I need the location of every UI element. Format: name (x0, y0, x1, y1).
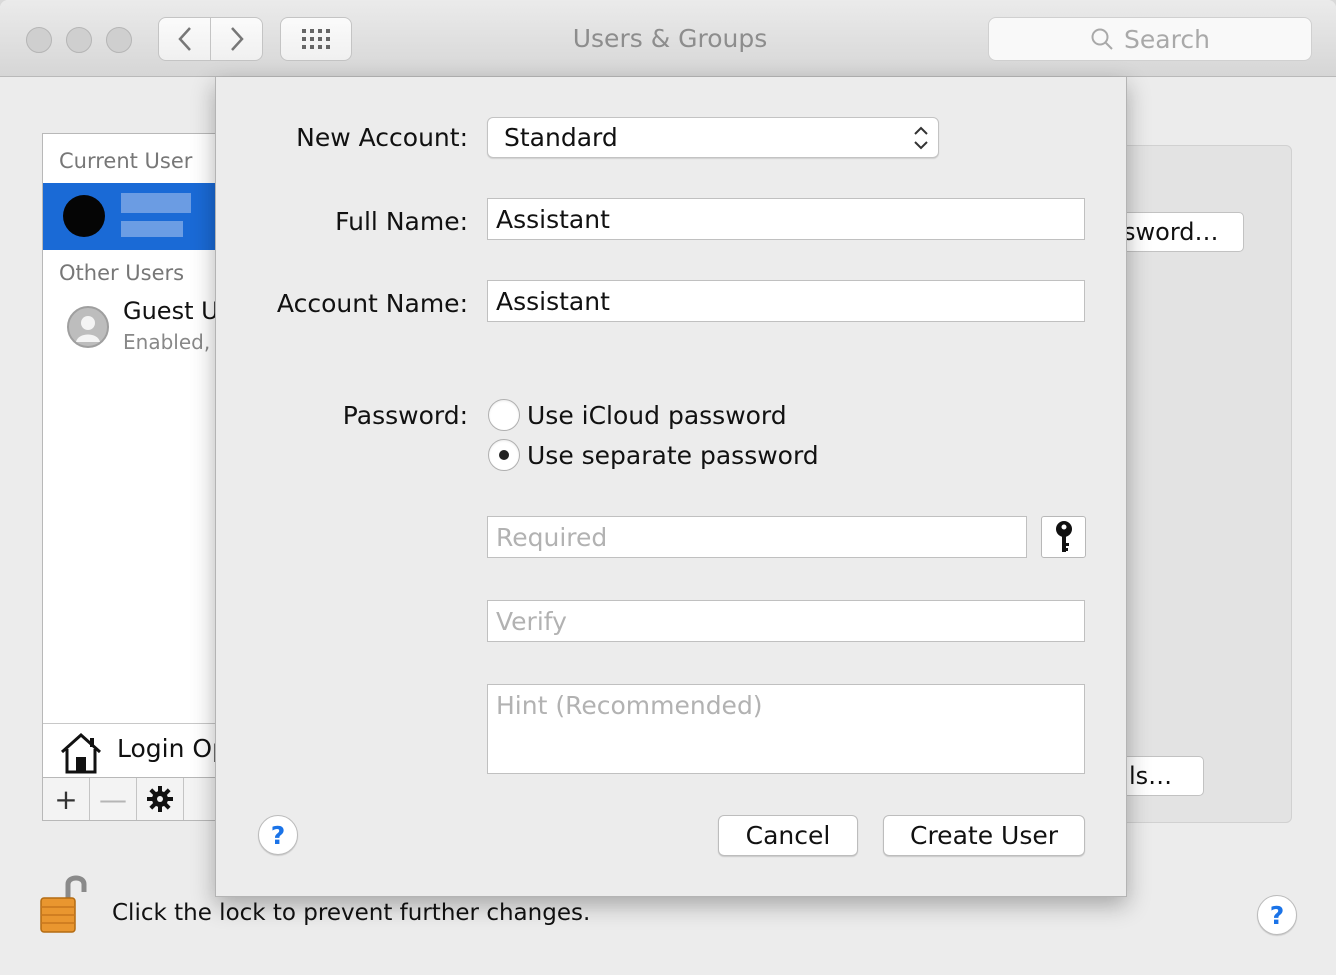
lock-open-icon[interactable] (38, 870, 88, 934)
grid-icon (302, 29, 330, 49)
icloud-password-radio-label[interactable]: Use iCloud password (527, 401, 787, 430)
help-button[interactable]: ? (1257, 895, 1297, 935)
minimize-window-button[interactable] (66, 27, 92, 53)
full-name-field[interactable]: Assistant (487, 198, 1085, 240)
sheet-help-button[interactable]: ? (258, 815, 298, 855)
zoom-window-button[interactable] (106, 27, 132, 53)
remove-user-button[interactable]: — (90, 778, 137, 820)
key-icon (1055, 521, 1072, 552)
icloud-password-radio[interactable] (488, 399, 520, 431)
back-button[interactable] (158, 17, 211, 61)
lock-status-text: Click the lock to prevent further change… (112, 900, 591, 926)
verify-field[interactable]: Verify (487, 600, 1085, 642)
gear-icon (147, 786, 173, 812)
redacted-user-name (121, 193, 191, 213)
users-groups-window: Users & Groups Search Current User Other… (0, 0, 1336, 975)
window-title: Users & Groups (572, 24, 768, 53)
action-menu-button[interactable] (137, 778, 184, 820)
search-field[interactable]: Search (988, 17, 1312, 61)
login-options-label: Login Op (117, 734, 228, 763)
show-all-button[interactable] (280, 17, 352, 61)
new-account-sheet: New Account: Standard Full Name: Assista… (215, 77, 1127, 897)
full-name-label: Full Name: (335, 207, 468, 236)
guest-user-name[interactable]: Guest U (123, 297, 219, 325)
up-down-arrows-icon (914, 126, 928, 150)
password-field[interactable]: Required (487, 516, 1027, 558)
account-name-field[interactable]: Assistant (487, 280, 1085, 322)
redacted-user-role (121, 221, 183, 237)
guest-user-status: Enabled, (123, 330, 211, 354)
avatar (63, 195, 105, 237)
create-user-button[interactable]: Create User (883, 815, 1085, 856)
account-type-popup[interactable]: Standard (487, 117, 939, 158)
add-user-button[interactable]: + (43, 778, 90, 820)
new-account-label: New Account: (296, 123, 468, 152)
other-users-heading: Other Users (59, 261, 185, 285)
separate-password-radio-label[interactable]: Use separate password (527, 441, 819, 470)
close-window-button[interactable] (26, 27, 52, 53)
search-icon (1091, 28, 1113, 50)
house-icon (60, 732, 102, 774)
password-assistant-button[interactable] (1041, 516, 1086, 558)
account-name-label: Account Name: (276, 289, 468, 318)
hint-field[interactable]: Hint (Recommended) (487, 684, 1085, 774)
password-label: Password: (342, 401, 468, 430)
cancel-button[interactable]: Cancel (718, 815, 858, 856)
current-user-heading: Current User (59, 149, 193, 173)
title-bar: Users & Groups Search (0, 0, 1336, 77)
forward-button[interactable] (210, 17, 263, 61)
separate-password-radio[interactable] (488, 439, 520, 471)
account-type-value: Standard (504, 123, 618, 152)
chevron-left-icon (177, 27, 191, 51)
chevron-right-icon (230, 27, 244, 51)
search-placeholder: Search (1124, 24, 1210, 54)
guest-avatar-icon (67, 306, 109, 348)
